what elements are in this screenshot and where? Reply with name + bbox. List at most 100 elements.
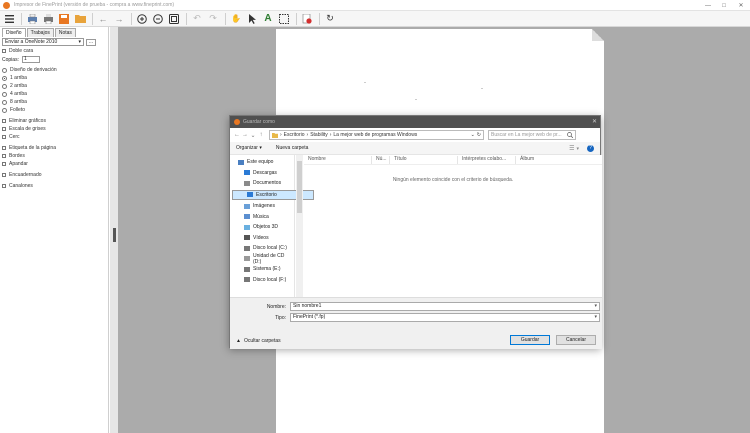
nav-item[interactable]: Sistema (E:) bbox=[230, 264, 294, 275]
nav-item[interactable]: Imágenes bbox=[230, 201, 294, 212]
minimize-icon[interactable]: — bbox=[700, 0, 716, 11]
nav-item[interactable]: Descargas bbox=[230, 168, 294, 179]
radio-option[interactable]: Folleto bbox=[2, 106, 108, 114]
checkbox-option[interactable]: Apandar bbox=[2, 160, 108, 168]
radio-option[interactable]: 2 arriba bbox=[2, 82, 108, 90]
chevron-down-icon[interactable]: ▾ bbox=[594, 314, 597, 321]
column-header[interactable]: Intérpretes colabo... bbox=[458, 155, 516, 164]
filename-field[interactable]: Sin nombre1 ▾ bbox=[290, 302, 600, 311]
cancel-button[interactable]: Cancelar bbox=[556, 335, 596, 345]
nav-item[interactable]: Disco local (F:) bbox=[230, 275, 294, 286]
checkbox-encuadernado[interactable]: Encuadernado bbox=[2, 171, 108, 179]
close-icon[interactable]: ✕ bbox=[733, 0, 749, 11]
save-icon[interactable] bbox=[57, 12, 71, 26]
radio-button[interactable] bbox=[2, 107, 7, 113]
checkbox-box[interactable] bbox=[2, 135, 6, 139]
checkbox-option[interactable]: Bordes bbox=[2, 152, 108, 160]
nav-item[interactable]: Música bbox=[230, 212, 294, 223]
text-tool-icon[interactable]: A bbox=[261, 12, 275, 26]
checkbox-box[interactable] bbox=[2, 184, 6, 188]
checkbox-box[interactable] bbox=[2, 119, 6, 123]
breadcrumb-stability[interactable]: Stability bbox=[310, 132, 328, 138]
forward-arrow-icon[interactable]: → bbox=[112, 12, 126, 26]
print-icon[interactable] bbox=[25, 12, 39, 26]
menu-icon[interactable] bbox=[2, 12, 16, 26]
nav-item[interactable]: Objetos 3D bbox=[230, 222, 294, 233]
tab-trabajos[interactable]: Trabajos bbox=[26, 28, 54, 37]
nav-scrollbar[interactable] bbox=[296, 155, 303, 297]
radio-option[interactable]: 1 arriba bbox=[2, 74, 108, 82]
filetype-select[interactable]: FinePrint (*.fp) ▾ bbox=[290, 313, 600, 322]
radio-button[interactable] bbox=[2, 83, 7, 89]
redo-icon[interactable]: ↷ bbox=[206, 12, 220, 26]
checkbox-doble-cara[interactable]: Doble cara bbox=[2, 47, 108, 55]
radio-button[interactable] bbox=[2, 67, 7, 73]
nav-item[interactable]: Este equipo bbox=[230, 157, 294, 168]
printer-more-button[interactable]: ... bbox=[86, 39, 96, 46]
checkbox-option[interactable]: Escala de grises bbox=[2, 125, 108, 133]
maximize-icon[interactable]: □ bbox=[716, 0, 732, 11]
breadcrumb-folder[interactable]: La mejor web de programas Windows bbox=[333, 132, 417, 138]
checkbox-box[interactable] bbox=[2, 162, 6, 166]
address-bar[interactable]: › Escritorio › Stability › La mejor web de… bbox=[269, 130, 484, 140]
checkbox-box[interactable] bbox=[2, 49, 6, 53]
radio-button[interactable] bbox=[2, 75, 7, 81]
open-folder-icon[interactable] bbox=[73, 12, 87, 26]
radio-button[interactable] bbox=[2, 99, 7, 105]
hand-icon[interactable]: ✋ bbox=[229, 12, 243, 26]
chevron-down-icon[interactable]: ⌄ bbox=[471, 132, 475, 138]
checkbox-box[interactable] bbox=[2, 173, 6, 177]
zoom-in-icon[interactable] bbox=[135, 12, 149, 26]
column-header[interactable]: Álbum bbox=[516, 156, 566, 164]
checkbox-box[interactable] bbox=[2, 154, 6, 158]
tab-notas[interactable]: Notas bbox=[54, 28, 76, 37]
nav-item[interactable]: Documentos bbox=[230, 178, 294, 189]
scrollbar-thumb[interactable] bbox=[297, 161, 302, 213]
printer-icon[interactable] bbox=[41, 12, 55, 26]
copies-stepper[interactable]: 1 bbox=[21, 56, 40, 63]
chevron-down-icon[interactable]: ▾ bbox=[594, 303, 597, 310]
radio-option[interactable]: 8 arriba bbox=[2, 98, 108, 106]
refresh-icon[interactable]: ↻ bbox=[323, 12, 337, 26]
help-icon[interactable]: ? bbox=[587, 145, 594, 152]
radio-option[interactable]: Diseño de derivación bbox=[2, 66, 108, 74]
chevron-down-icon[interactable]: ⌄ bbox=[249, 132, 257, 139]
radio-option[interactable]: 4 arriba bbox=[2, 90, 108, 98]
printer-select[interactable]: Enviar a OneNote 2010 ▾ bbox=[2, 38, 84, 46]
column-header[interactable]: Título bbox=[390, 155, 458, 164]
undo-icon[interactable]: ↶ bbox=[190, 12, 204, 26]
column-header[interactable]: Nú... bbox=[372, 155, 390, 164]
checkbox-box[interactable] bbox=[2, 127, 6, 131]
up-arrow-icon[interactable]: ↑ bbox=[257, 132, 265, 138]
delete-page-icon[interactable] bbox=[300, 12, 314, 26]
pointer-icon[interactable] bbox=[245, 12, 259, 26]
nav-item[interactable]: Vídeos bbox=[230, 233, 294, 244]
save-button[interactable]: Guardar bbox=[510, 335, 550, 345]
select-tool-icon[interactable] bbox=[277, 12, 291, 26]
back-arrow-icon[interactable]: ← bbox=[233, 132, 241, 138]
back-arrow-icon[interactable]: ← bbox=[96, 12, 110, 26]
nav-item[interactable]: Unidad de CD (D:) bbox=[230, 253, 294, 265]
view-mode-icon[interactable]: ☰ bbox=[569, 145, 574, 152]
column-header[interactable]: Nombre bbox=[304, 155, 372, 164]
forward-arrow-icon[interactable]: → bbox=[241, 132, 249, 138]
checkbox-canalones[interactable]: Canalones bbox=[2, 182, 108, 190]
checkbox-option[interactable]: Eliminar gráficos bbox=[2, 117, 108, 125]
splitter-grip-handle[interactable] bbox=[113, 228, 116, 242]
zoom-out-icon[interactable] bbox=[151, 12, 165, 26]
checkbox-box[interactable] bbox=[2, 146, 6, 150]
checkbox-label: Apandar bbox=[9, 161, 28, 167]
search-input[interactable]: Buscar en La mejor web de pr... bbox=[488, 130, 576, 140]
hide-folders-toggle[interactable]: ▲ Ocultar carpetas bbox=[236, 338, 281, 344]
close-icon[interactable]: ✕ bbox=[592, 118, 597, 125]
chevron-down-icon[interactable]: ▾ bbox=[576, 146, 579, 152]
fit-page-icon[interactable] bbox=[167, 12, 181, 26]
checkbox-option[interactable]: Cerc bbox=[2, 133, 108, 141]
breadcrumb-escritorio[interactable]: Escritorio bbox=[284, 132, 305, 138]
organize-menu-button[interactable]: Organizar ▾ bbox=[236, 145, 262, 151]
new-folder-button[interactable]: Nueva carpeta bbox=[276, 145, 309, 151]
tab-diseno[interactable]: Diseño bbox=[2, 28, 26, 37]
checkbox-option[interactable]: Etiqueta de la página bbox=[2, 144, 108, 152]
refresh-icon[interactable]: ↻ bbox=[477, 132, 481, 138]
radio-button[interactable] bbox=[2, 91, 7, 97]
